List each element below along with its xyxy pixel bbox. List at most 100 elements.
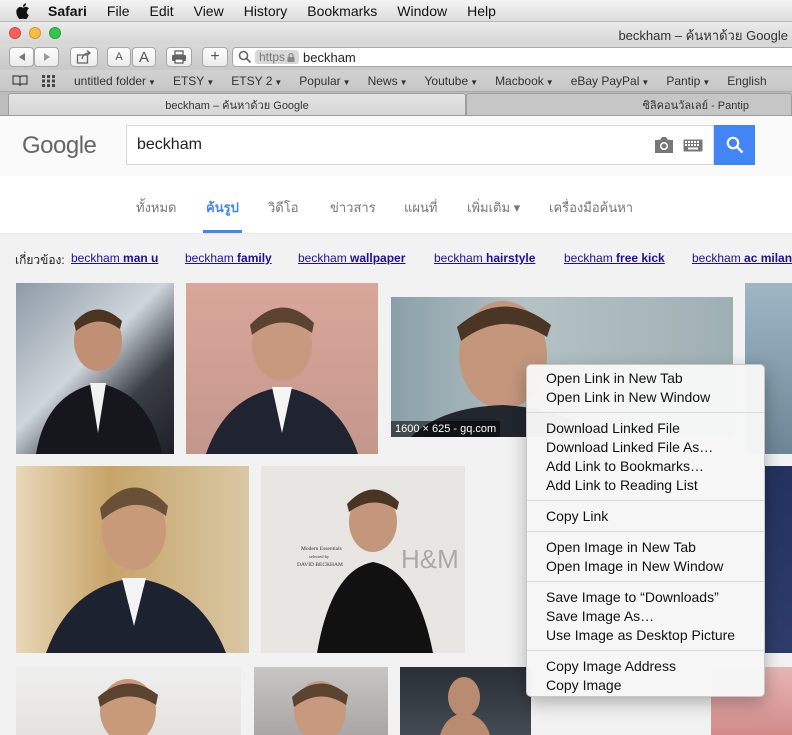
related-chip-ac-milan[interactable]: beckham ac milan (692, 251, 792, 265)
related-chip-man-u[interactable]: beckham man u (71, 251, 158, 265)
menu-history[interactable]: History (244, 3, 288, 19)
https-label: https (259, 50, 286, 64)
bookmark-english[interactable]: English (727, 74, 766, 88)
bookmark-macbook[interactable]: Macbook ▼ (495, 74, 554, 88)
related-label: เกี่ยวข้อง: (15, 253, 65, 267)
bookmarks-bar: untitled folder ▼ ETSY ▼ ETSY 2 ▼ Popular ▼ … (0, 70, 792, 92)
menu-separator (527, 412, 764, 413)
bookmark-label: untitled folder (74, 73, 147, 88)
related-chip-wallpaper[interactable]: beckham wallpaper (298, 251, 405, 265)
safari-toolbar: A A + https beckham (0, 44, 792, 70)
menu-add-link-to-reading-list[interactable]: Add Link to Reading List (527, 476, 764, 495)
top-sites-grid-icon[interactable] (42, 74, 56, 87)
apple-icon[interactable] (14, 2, 32, 19)
related-chip-family[interactable]: beckham family (185, 251, 272, 265)
menu-download-linked-file-as[interactable]: Download Linked File As… (527, 438, 764, 457)
bookmark-etsy-2[interactable]: ETSY 2 ▼ (231, 74, 282, 88)
chip-bold: hairstyle (486, 251, 536, 265)
image-result[interactable] (765, 466, 792, 653)
menu-copy-image-address[interactable]: Copy Image Address (527, 657, 764, 676)
forward-button[interactable] (34, 47, 59, 67)
menu-open-image-new-tab[interactable]: Open Image in New Tab (527, 538, 764, 557)
chevron-down-icon: ▼ (342, 77, 351, 87)
menu-view[interactable]: View (194, 3, 224, 19)
chevron-down-icon: ▼ (148, 77, 156, 87)
print-button[interactable] (166, 47, 192, 67)
minimize-window-button[interactable] (29, 27, 41, 39)
google-logo[interactable]: Google (22, 132, 97, 160)
zoom-window-button[interactable] (49, 27, 61, 39)
bookmark-popular[interactable]: Popular ▼ (299, 74, 350, 88)
menu-window[interactable]: Window (397, 3, 447, 19)
nav-search-tools[interactable]: เครื่องมือค้นหา (549, 197, 633, 218)
bookmark-pantip[interactable]: Pantip ▼ (666, 74, 710, 88)
image-result[interactable] (400, 667, 531, 735)
menu-edit[interactable]: Edit (149, 3, 173, 19)
tab-pantip[interactable]: ซิลิคอนวัลเลย์ - Pantip (466, 93, 792, 115)
camera-icon[interactable] (653, 136, 675, 154)
bookmark-youtube[interactable]: Youtube ▼ (425, 74, 479, 88)
tab-google-search[interactable]: beckham – ค้นหาด้วย Google (8, 93, 466, 115)
nav-videos[interactable]: วิดีโอ (268, 197, 299, 218)
chip-prefix: beckham (185, 251, 238, 265)
menu-open-link-new-window[interactable]: Open Link in New Window (527, 388, 764, 407)
image-result[interactable] (186, 283, 378, 454)
tab-title: beckham – ค้นหาด้วย Google (165, 99, 309, 112)
share-button[interactable] (70, 47, 98, 67)
related-searches: เกี่ยวข้อง: beckham man u beckham family… (0, 234, 792, 278)
poster-text: DAVID BECKHAM (297, 562, 343, 568)
poster-text: Modern Essentials (301, 546, 342, 552)
menu-open-image-new-window[interactable]: Open Image in New Window (527, 557, 764, 576)
menu-help[interactable]: Help (467, 3, 496, 19)
related-chip-hairstyle[interactable]: beckham hairstyle (434, 251, 535, 265)
menu-open-link-new-tab[interactable]: Open Link in New Tab (527, 369, 764, 388)
chip-prefix: beckham (692, 251, 745, 265)
smaller-text-button[interactable]: A (107, 47, 131, 67)
image-result[interactable] (254, 667, 388, 735)
bookmark-etsy[interactable]: ETSY ▼ (173, 74, 214, 88)
nav-maps[interactable]: แผนที่ (404, 197, 437, 218)
menu-save-image-to-downloads[interactable]: Save Image to “Downloads” (527, 588, 764, 607)
image-result[interactable] (16, 283, 174, 454)
close-window-button[interactable] (9, 27, 21, 39)
chip-prefix: beckham (71, 251, 124, 265)
chip-prefix: beckham (434, 251, 487, 265)
nav-images[interactable]: ค้นรูป (203, 197, 242, 233)
bookmark-news[interactable]: News ▼ (368, 74, 408, 88)
image-result[interactable] (16, 667, 241, 735)
menu-copy-link[interactable]: Copy Link (527, 507, 764, 526)
menu-safari[interactable]: Safari (48, 3, 87, 19)
back-button[interactable] (9, 47, 34, 67)
bookmark-ebay-paypal[interactable]: eBay PayPal ▼ (571, 74, 650, 88)
nav-all[interactable]: ทั้งหมด (136, 197, 177, 218)
nav-news[interactable]: ข่าวสาร (330, 197, 376, 218)
bookmark-untitled-folder[interactable]: untitled folder ▼ (74, 74, 156, 88)
search-button[interactable] (714, 125, 755, 165)
bookmark-label: News (367, 73, 398, 88)
tab-bar: beckham – ค้นหาด้วย Google ซิลิคอนวัลเลย… (0, 92, 792, 116)
chip-prefix: beckham (298, 251, 351, 265)
new-tab-button[interactable]: + (202, 47, 228, 67)
search-input[interactable]: beckham (126, 125, 714, 165)
address-bar[interactable]: https beckham (232, 47, 792, 67)
keyboard-icon[interactable] (683, 139, 703, 152)
menu-use-image-as-desktop-picture[interactable]: Use Image as Desktop Picture (527, 626, 764, 645)
back-arrow-icon (18, 53, 25, 61)
person-silhouette (46, 487, 226, 653)
image-result[interactable]: Modern Essentials selected by DAVID BECK… (261, 466, 465, 653)
share-icon (76, 50, 92, 64)
bookmark-label: eBay PayPal (570, 73, 640, 88)
menu-download-linked-file[interactable]: Download Linked File (527, 419, 764, 438)
menu-file[interactable]: File (107, 3, 130, 19)
menu-bookmarks[interactable]: Bookmarks (307, 3, 377, 19)
reading-list-icon[interactable] (12, 74, 28, 87)
image-result[interactable] (16, 466, 249, 653)
nav-more[interactable]: เพิ่มเติม ▾ (467, 197, 520, 218)
menu-save-image-as[interactable]: Save Image As… (527, 607, 764, 626)
chip-bold: family (237, 251, 272, 265)
bookmark-label: Pantip (666, 73, 701, 88)
menu-copy-image[interactable]: Copy Image (527, 676, 764, 695)
related-chip-free-kick[interactable]: beckham free kick (564, 251, 665, 265)
larger-text-button[interactable]: A (132, 47, 156, 67)
menu-add-link-to-bookmarks[interactable]: Add Link to Bookmarks… (527, 457, 764, 476)
